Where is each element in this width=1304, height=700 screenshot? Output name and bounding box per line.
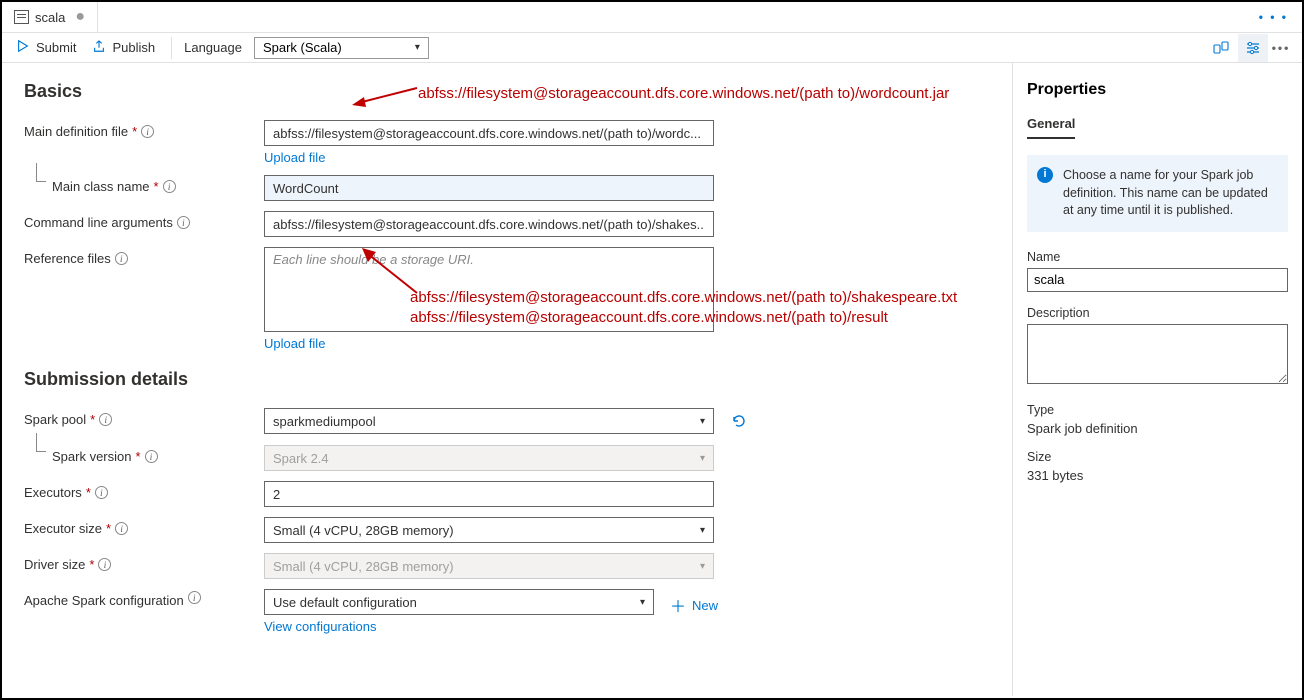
main-definition-file-input[interactable] — [264, 120, 714, 146]
label-executor-size: Executor size*i — [24, 517, 264, 536]
driver-size-dropdown: Small (4 vCPU, 28GB memory)▾ — [264, 553, 714, 579]
label-name: Name — [1027, 250, 1288, 264]
label-spark-config: Apache Spark configurationi — [24, 589, 264, 608]
tab-title: scala — [35, 10, 65, 25]
label-driver-size: Driver size*i — [24, 553, 264, 572]
tab-scala[interactable]: scala ● — [2, 2, 98, 32]
chevron-down-icon: ▾ — [640, 597, 645, 608]
info-icon[interactable]: i — [163, 180, 176, 193]
publish-label: Publish — [112, 40, 155, 55]
tabbar-more-button[interactable]: • • • — [1259, 10, 1302, 24]
play-icon — [16, 39, 30, 56]
submit-label: Submit — [36, 40, 76, 55]
plus-icon: ＋ — [670, 593, 686, 617]
value-type: Spark job definition — [1027, 421, 1288, 436]
info-icon[interactable]: i — [115, 522, 128, 535]
executor-size-dropdown[interactable]: Small (4 vCPU, 28GB memory)▾ — [264, 517, 714, 543]
language-value: Spark (Scala) — [263, 40, 342, 55]
value-size: 331 bytes — [1027, 468, 1288, 483]
tab-bar: scala ● • • • — [2, 2, 1302, 33]
section-submission: Submission details — [24, 369, 994, 390]
info-icon: i — [1037, 167, 1053, 183]
submit-button[interactable]: Submit — [12, 37, 80, 58]
chevron-down-icon: ▾ — [700, 453, 705, 464]
publish-icon — [92, 39, 106, 56]
properties-title: Properties — [1027, 81, 1288, 99]
label-spark-pool: Spark pool*i — [24, 408, 264, 427]
main-class-name-input[interactable] — [264, 175, 714, 201]
upload-reference-file-link[interactable]: Upload file — [264, 336, 714, 351]
cli-arguments-input[interactable] — [264, 211, 714, 237]
info-icon[interactable]: i — [95, 486, 108, 499]
publish-button[interactable]: Publish — [88, 37, 159, 58]
label-reference-files: Reference filesi — [24, 247, 264, 266]
label-executors: Executors*i — [24, 481, 264, 500]
reference-files-textarea[interactable] — [264, 247, 714, 332]
label-description: Description — [1027, 306, 1288, 320]
info-icon[interactable]: i — [145, 450, 158, 463]
info-icon[interactable]: i — [115, 252, 128, 265]
info-icon[interactable]: i — [99, 413, 112, 426]
code-file-icon — [14, 10, 29, 24]
language-label: Language — [184, 40, 242, 55]
section-basics: Basics — [24, 81, 994, 102]
new-config-button[interactable]: ＋ New — [670, 593, 718, 617]
spark-pool-dropdown[interactable]: sparkmediumpool▾ — [264, 408, 714, 434]
language-dropdown[interactable]: Spark (Scala) ▾ — [254, 37, 429, 59]
info-icon[interactable]: i — [98, 558, 111, 571]
dirty-indicator-icon: ● — [75, 8, 85, 26]
properties-pane: Properties General i Choose a name for y… — [1012, 63, 1302, 696]
info-icon[interactable]: i — [141, 125, 154, 138]
properties-description-textarea[interactable] — [1027, 324, 1288, 384]
executors-input[interactable] — [264, 481, 714, 507]
upload-main-file-link[interactable]: Upload file — [264, 150, 714, 165]
view-configurations-link[interactable]: View configurations — [264, 619, 654, 634]
chevron-down-icon: ▾ — [415, 42, 420, 53]
properties-toggle-button[interactable] — [1238, 34, 1268, 62]
label-size: Size — [1027, 450, 1288, 464]
properties-name-input[interactable] — [1027, 268, 1288, 292]
chevron-down-icon: ▾ — [700, 561, 705, 572]
refresh-pool-button[interactable] — [730, 412, 748, 435]
chevron-down-icon: ▾ — [700, 525, 705, 536]
info-icon[interactable]: i — [188, 591, 201, 604]
chevron-down-icon: ▾ — [700, 416, 705, 427]
label-main-definition-file: Main definition file*i — [24, 120, 264, 139]
info-icon[interactable]: i — [177, 216, 190, 229]
label-cli-arguments: Command line argumentsi — [24, 211, 264, 230]
toolbar-more-button[interactable]: ••• — [1270, 34, 1292, 62]
spark-config-dropdown[interactable]: Use default configuration▾ — [264, 589, 654, 615]
label-spark-version: Spark version*i — [24, 445, 264, 464]
toolbar: Submit Publish Language Spark (Scala) ▾ … — [2, 33, 1302, 63]
info-message: i Choose a name for your Spark job defin… — [1027, 155, 1288, 232]
label-type: Type — [1027, 403, 1288, 417]
label-main-class-name: Main class name*i — [24, 175, 264, 194]
tab-general[interactable]: General — [1027, 116, 1075, 139]
form-pane: Basics Main definition file*i Upload fil… — [2, 63, 1012, 696]
spark-version-dropdown: Spark 2.4▾ — [264, 445, 714, 471]
toolbar-separator — [171, 37, 172, 59]
related-items-button[interactable] — [1206, 34, 1236, 62]
